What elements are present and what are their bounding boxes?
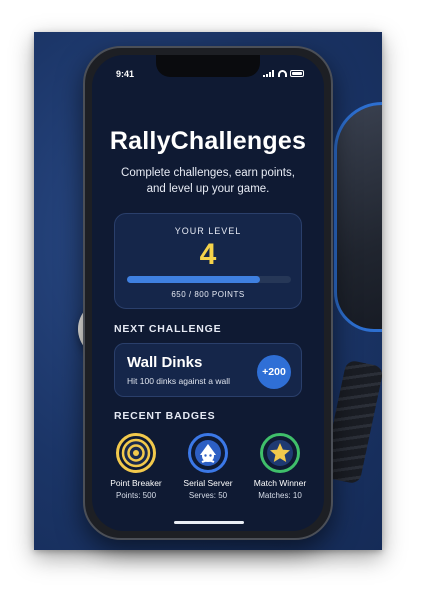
challenge-description: Hit 100 dinks against a wall [127,376,231,386]
app-screen: 9:41 RallyChallenges Complete challenges… [92,55,324,531]
badge-point-breaker[interactable]: Point Breaker Points: 500 [100,433,172,500]
badge-stat: Serves: 50 [188,491,228,500]
challenge-name: Wall Dinks [127,354,203,371]
app-subtitle: Complete challenges, earn points, and le… [121,167,295,195]
badge-name: Match Winner [253,478,307,488]
status-icons [263,70,304,77]
target-icon [116,433,156,473]
server-emblem-icon [188,433,228,473]
wifi-icon [278,70,287,77]
phone-frame: 9:41 RallyChallenges Complete challenges… [83,46,333,540]
level-progress-fill [127,276,261,283]
level-card[interactable]: YOUR LEVEL 4 650 / 800 POINTS [114,213,302,309]
recent-badges-heading: RECENT BADGES [114,410,216,422]
badge-serial-server[interactable]: Serial Server Serves: 50 [172,433,244,500]
badge-name: Serial Server [183,478,233,488]
next-challenge-card[interactable]: Wall Dinks Hit 100 dinks against a wall … [114,343,302,397]
home-indicator[interactable] [174,521,244,524]
level-progress-bar [127,276,291,283]
level-label: YOUR LEVEL [174,226,242,236]
level-points: 650 / 800 POINTS [171,290,245,299]
badge-list: Point Breaker Points: 500 Serial Server … [100,433,316,500]
badge-name: Point Breaker [110,478,162,488]
level-number: 4 [199,238,217,271]
status-time: 9:41 [116,69,135,79]
pickleball-paddle [334,102,382,332]
badge-stat: Points: 500 [115,491,157,500]
star-icon [260,433,300,473]
badge-stat: Matches: 10 [258,491,302,500]
next-challenge-heading: NEXT CHALLENGE [114,323,222,335]
battery-icon [290,70,304,77]
phone-notch [156,55,260,77]
signal-icon [263,70,275,77]
badge-match-winner[interactable]: Match Winner Matches: 10 [244,433,316,500]
app-title: RallyChallenges [109,127,307,155]
challenge-points-badge: +200 [257,355,291,389]
